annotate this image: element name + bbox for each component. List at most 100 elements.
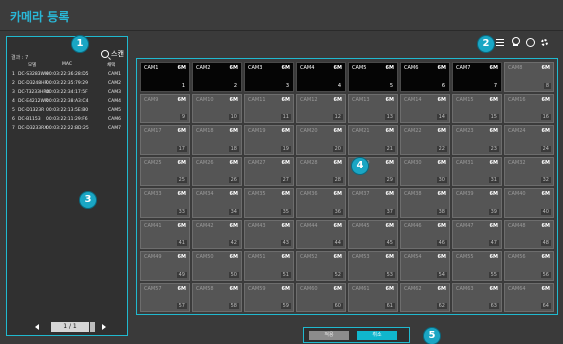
camera-slot[interactable]: CAM17 6M 17 [140,125,190,155]
camera-slot[interactable]: CAM24 6M 24 [504,125,554,155]
camera-slot-number: 64 [540,303,551,309]
camera-slot-resolution: 6M [385,191,394,197]
table-row[interactable]: 3 DC-T3233HRX 00:03:22:34:17:5F CAM3 [8,89,126,98]
camera-slot[interactable]: CAM28 6M 28 [296,156,346,186]
camera-slot-name: CAM54 [404,254,422,260]
camera-slot[interactable]: CAM61 6M 61 [348,282,398,312]
camera-slot-resolution: 6M [437,222,446,229]
camera-slot[interactable]: CAM4 6M 4 [296,62,346,92]
table-row[interactable]: 7 DC-D3233RX 00:03:22:22:BD:25 CAM7 [8,125,126,134]
camera-slot[interactable]: CAM45 6M 45 [348,219,398,249]
camera-slot-name: CAM9 [144,96,159,103]
camera-slot[interactable]: CAM35 6M 35 [244,188,294,218]
camera-slot[interactable]: CAM1 6M 1 [140,62,190,92]
apply-button[interactable]: 적용 [309,331,349,340]
camera-slot[interactable]: CAM42 6M 42 [192,219,242,249]
camera-slot[interactable]: CAM26 6M 26 [192,156,242,186]
camera-slot[interactable]: CAM6 6M 6 [400,62,450,92]
camera-slot[interactable]: CAM48 6M 48 [504,219,554,249]
camera-slot[interactable]: CAM49 6M 49 [140,251,190,281]
camera-slot[interactable]: CAM32 6M 32 [504,156,554,186]
camera-slot[interactable]: CAM46 6M 46 [400,219,450,249]
camera-slot[interactable]: CAM37 6M 37 [348,188,398,218]
camera-slot[interactable]: CAM20 6M 20 [296,125,346,155]
camera-slot[interactable]: CAM53 6M 53 [348,251,398,281]
camera-slot[interactable]: CAM34 6M 34 [192,188,242,218]
camera-slot[interactable]: CAM30 6M 30 [400,156,450,186]
camera-slot[interactable]: CAM18 6M 18 [192,125,242,155]
camera-slot[interactable]: CAM25 6M 25 [140,156,190,186]
camera-slot[interactable]: CAM9 6M 9 [140,93,190,123]
camera-slot[interactable]: CAM14 6M 14 [400,93,450,123]
camera-slot[interactable]: CAM64 6M 64 [504,282,554,312]
camera-slot[interactable]: CAM58 6M 58 [192,282,242,312]
camera-slot-name: CAM47 [456,222,474,229]
camera-slot[interactable]: CAM7 6M 7 [452,62,502,92]
camera-slot[interactable]: CAM23 6M 23 [452,125,502,155]
bulb-icon[interactable] [510,37,520,49]
camera-slot-name: CAM7 [456,65,471,71]
camera-slot-number: 57 [176,303,187,309]
camera-slot[interactable]: CAM47 6M 47 [452,219,502,249]
camera-slot[interactable]: CAM62 6M 62 [400,282,450,312]
camera-slot[interactable]: CAM11 6M 11 [244,93,294,123]
table-row[interactable]: 2 DC-D3248HR 00:03:22:35:79:29 CAM2 [8,80,126,89]
camera-slot[interactable]: CAM38 6M 38 [400,188,450,218]
camera-slot[interactable]: CAM40 6M 40 [504,188,554,218]
camera-slot[interactable]: CAM55 6M 55 [452,251,502,281]
camera-slot[interactable]: CAM59 6M 59 [244,282,294,312]
camera-slot[interactable]: CAM33 6M 33 [140,188,190,218]
camera-slot[interactable]: CAM13 6M 13 [348,93,398,123]
camera-slot[interactable]: CAM27 6M 27 [244,156,294,186]
camera-slot[interactable]: CAM8 6M 8 [504,62,554,92]
camera-slot-name: CAM27 [248,159,266,166]
table-row[interactable]: 4 DC-E4212WR 00:03:22:38:A3:C4 CAM4 [8,98,126,107]
camera-slot-number: 55 [488,271,499,278]
camera-slot[interactable]: CAM22 6M 22 [400,125,450,155]
page-spinner[interactable] [90,322,95,332]
camera-slot-number: 19 [280,145,291,152]
camera-slot-name: CAM17 [144,128,162,134]
camera-slot[interactable]: CAM52 6M 52 [296,251,346,281]
camera-slot-number: 8 [543,82,551,89]
camera-slot[interactable]: CAM5 6M 5 [348,62,398,92]
camera-slot[interactable]: CAM41 6M 41 [140,219,190,249]
camera-icon[interactable] [525,37,535,49]
camera-slot[interactable]: CAM15 6M 15 [452,93,502,123]
camera-slot[interactable]: CAM63 6M 63 [452,282,502,312]
camera-slot[interactable]: CAM51 6M 51 [244,251,294,281]
camera-slot[interactable]: CAM56 6M 56 [504,251,554,281]
camera-slot[interactable]: CAM39 6M 39 [452,188,502,218]
page-indicator[interactable]: 1 / 1 [51,322,89,332]
camera-slot-name: CAM12 [300,96,318,103]
camera-slot[interactable]: CAM50 6M 50 [192,251,242,281]
camera-slot[interactable]: CAM3 6M 3 [244,62,294,92]
camera-slot[interactable]: CAM2 6M 2 [192,62,242,92]
camera-slot[interactable]: CAM31 6M 31 [452,156,502,186]
camera-slot-number: 43 [280,240,291,246]
table-row[interactable]: 1 DC-S3283WH 00:03:22:36:28:D5 CAM1 [8,71,126,80]
page-title: 카메라 등록 [10,10,70,24]
camera-slot[interactable]: CAM44 6M 44 [296,219,346,249]
next-page-icon[interactable] [102,324,106,330]
gear-icon[interactable] [540,37,550,49]
table-row[interactable]: 6 DC-B1153 00:03:22:11:29:F6 CAM6 [8,116,126,125]
camera-slot[interactable]: CAM12 6M 12 [296,93,346,123]
cancel-button[interactable]: 취소 [357,331,397,340]
camera-slot[interactable]: CAM43 6M 43 [244,219,294,249]
prev-page-icon[interactable] [35,324,39,330]
camera-slot[interactable]: CAM54 6M 54 [400,251,450,281]
camera-slot[interactable]: CAM36 6M 36 [296,188,346,218]
camera-slot-name: CAM18 [196,128,214,134]
camera-slot[interactable]: CAM57 6M 57 [140,282,190,312]
camera-slot[interactable]: CAM19 6M 19 [244,125,294,155]
table-row[interactable]: 5 DC-D1323R 00:03:22:13:5E:B0 CAM5 [8,107,126,116]
camera-slot-name: CAM4 [300,65,315,71]
row-index: 6 [12,117,15,122]
list-icon[interactable] [495,37,505,49]
camera-slot[interactable]: CAM21 6M 21 [348,125,398,155]
camera-slot[interactable]: CAM16 6M 16 [504,93,554,123]
camera-slot[interactable]: CAM10 6M 10 [192,93,242,123]
camera-slot[interactable]: CAM60 6M 60 [296,282,346,312]
scan-button[interactable]: 스캔 [101,49,124,59]
